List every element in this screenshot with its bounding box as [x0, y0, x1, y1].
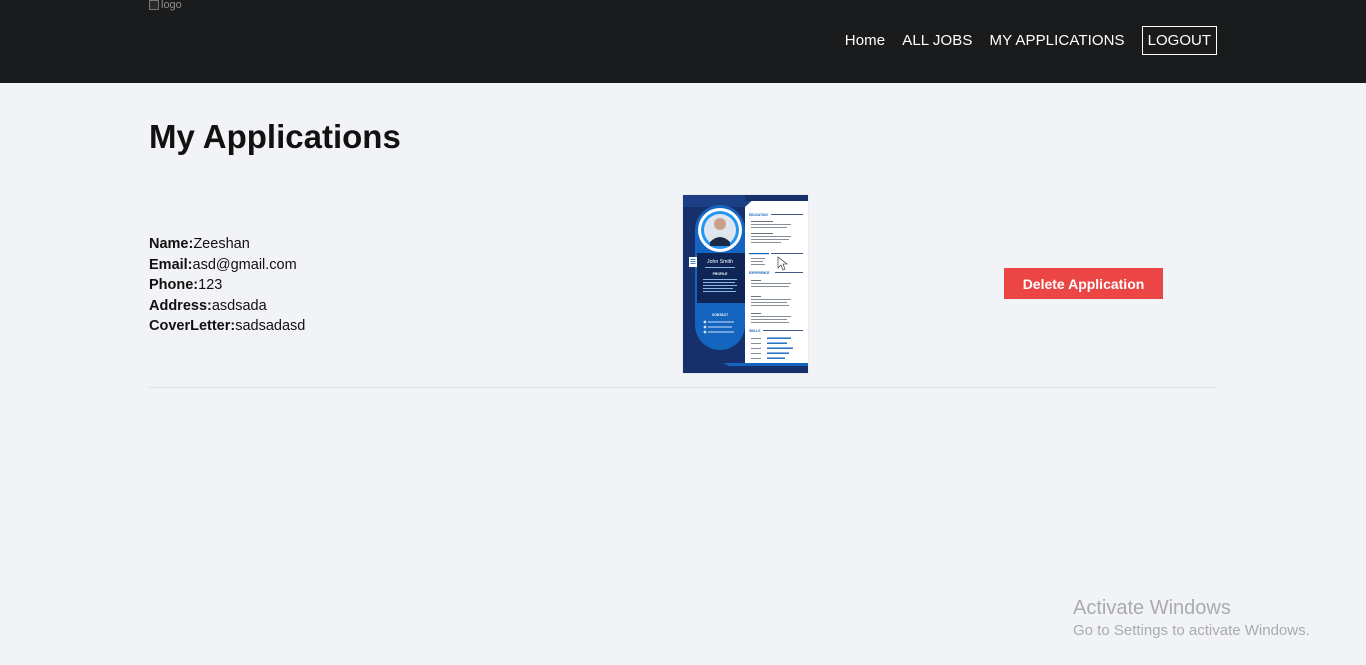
detail-value: asd@gmail.com [192, 256, 297, 273]
detail-value: asdsada [211, 297, 267, 314]
detail-label: Name: [149, 236, 194, 252]
resume-graphic: John Smith PROFILE CONTACT EDUCATION EXP… [683, 195, 808, 373]
nav-link-my-applications[interactable]: MY APPLICATIONS [990, 32, 1125, 49]
watermark-title: Activate Windows [1073, 597, 1231, 619]
nav-link-all-jobs[interactable]: ALL JOBS [902, 32, 972, 49]
detail-cover-letter: CoverLetter:sadsadasd [149, 316, 305, 337]
page-title: My Applications [149, 118, 401, 155]
top-navbar: logo Home ALL JOBS MY APPLICATIONS LOGOU… [0, 0, 1366, 83]
detail-name: Name:Zeeshan [149, 234, 305, 255]
detail-address: Address:asdsada [149, 296, 305, 317]
detail-value: 123 [198, 277, 223, 293]
resume-section-education: EDUCATION [749, 213, 768, 217]
resume-section-experience: EXPERIENCE [749, 271, 770, 275]
resume-name: John Smith [707, 259, 733, 265]
nav-link-home[interactable]: Home [845, 32, 885, 49]
logo[interactable]: logo [149, 0, 182, 11]
windows-activation-watermark: Activate Windows Go to Settings to activ… [1073, 596, 1310, 642]
detail-label: Address: [149, 297, 212, 314]
watermark-subtitle: Go to Settings to activate Windows. [1073, 622, 1310, 639]
detail-label: CoverLetter: [149, 318, 236, 334]
detail-label: Phone: [149, 277, 199, 293]
detail-value: sadsadasd [235, 318, 306, 334]
nav-links: Home ALL JOBS MY APPLICATIONS LOGOUT [845, 26, 1217, 55]
detail-value: Zeeshan [193, 236, 250, 252]
logo-alt-text: logo [161, 0, 182, 11]
delete-application-button[interactable]: Delete Application [1004, 268, 1163, 299]
logout-button[interactable]: LOGOUT [1141, 26, 1217, 55]
detail-email: Email:asd@gmail.com [149, 255, 305, 276]
resume-section-profile: PROFILE [713, 272, 728, 276]
resume-section-contact: CONTACT [712, 313, 729, 317]
detail-label: Email: [149, 256, 193, 273]
resume-section-skills: SKILLS [749, 329, 760, 333]
resume-image[interactable]: John Smith PROFILE CONTACT EDUCATION EXP… [683, 195, 808, 373]
application-card: Name:Zeeshan Email:asd@gmail.com Phone:1… [149, 195, 1217, 388]
applicant-details: Name:Zeeshan Email:asd@gmail.com Phone:1… [149, 234, 305, 337]
broken-image-icon [149, 0, 159, 10]
detail-phone: Phone:123 [149, 275, 305, 296]
